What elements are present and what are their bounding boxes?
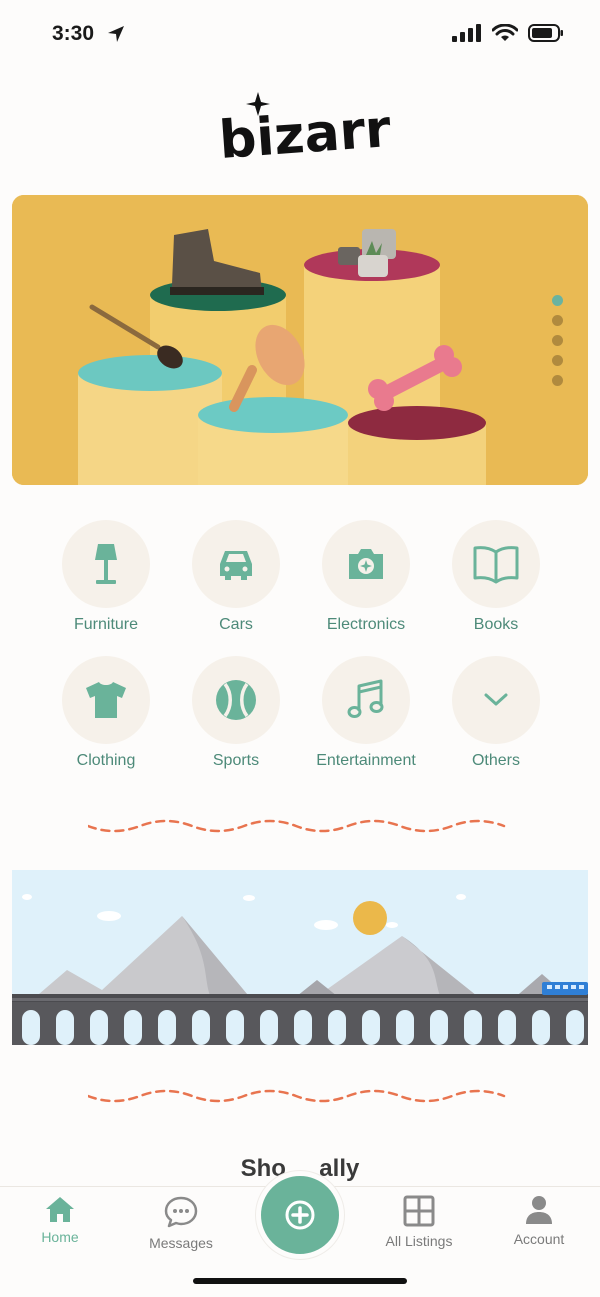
grid-icon: [403, 1195, 435, 1227]
book-icon: [473, 546, 519, 584]
svg-text:bizarr: bizarr: [217, 99, 393, 166]
category-entertainment[interactable]: Entertainment: [301, 656, 431, 770]
category-label: Entertainment: [316, 752, 416, 769]
chevron-down-icon: [484, 693, 508, 706]
hero-image: [12, 195, 588, 485]
add-listing-button[interactable]: [256, 1171, 344, 1259]
status-bar: 3:30: [0, 0, 600, 64]
category-others[interactable]: Others: [431, 656, 561, 770]
tab-home[interactable]: Home: [0, 1195, 120, 1245]
landscape-illustration: [12, 870, 588, 1045]
category-label: Cars: [219, 616, 253, 633]
wifi-icon: [492, 24, 518, 41]
person-icon: [526, 1196, 552, 1224]
chat-bubble-icon: [164, 1196, 198, 1228]
camera-icon: [349, 549, 383, 579]
category-sports[interactable]: Sports: [171, 656, 301, 770]
category-books[interactable]: Books: [431, 520, 561, 634]
category-label: Clothing: [76, 752, 136, 769]
ball-icon: [216, 680, 256, 720]
music-note-icon: [347, 679, 384, 718]
tshirt-icon: [86, 682, 126, 718]
carousel-dot[interactable]: [552, 315, 563, 326]
battery-icon: [528, 24, 563, 42]
category-label: Books: [473, 616, 519, 633]
carousel-dot[interactable]: [552, 335, 563, 346]
category-cars[interactable]: Cars: [171, 520, 301, 634]
carousel-dots[interactable]: [552, 295, 563, 386]
category-furniture[interactable]: Furniture: [41, 520, 171, 634]
carousel-dot[interactable]: [552, 295, 563, 306]
carousel-dot[interactable]: [552, 375, 563, 386]
home-icon: [46, 1197, 74, 1222]
signal-icon: [452, 24, 481, 42]
tab-account[interactable]: Account: [479, 1195, 599, 1247]
hero-banner[interactable]: [12, 195, 588, 485]
car-icon: [220, 551, 252, 580]
category-label: Electronics: [326, 616, 406, 633]
wave-divider: [88, 1089, 506, 1103]
plus-icon: [285, 1200, 315, 1230]
category-electronics[interactable]: Electronics: [301, 520, 431, 634]
tab-label: Home: [41, 1229, 79, 1245]
tab-messages[interactable]: Messages: [121, 1195, 241, 1251]
status-time: 3:30: [52, 22, 95, 45]
tab-label: Messages: [149, 1235, 213, 1251]
category-label: Furniture: [73, 616, 139, 633]
bizarr-logo: bizarr: [217, 92, 393, 166]
tab-label: All Listings: [385, 1233, 453, 1249]
lamp-icon: [95, 544, 117, 584]
category-label: Sports: [212, 752, 260, 769]
carousel-dot[interactable]: [552, 355, 563, 366]
category-label: Others: [471, 752, 520, 769]
category-clothing[interactable]: Clothing: [41, 656, 171, 770]
category-grid: Furniture Cars Electronics Books Clothin…: [41, 520, 561, 770]
home-indicator: [193, 1278, 407, 1284]
tab-all-listings[interactable]: All Listings: [359, 1195, 479, 1249]
tab-label: Account: [513, 1231, 565, 1247]
location-arrow-icon: [108, 26, 124, 42]
wave-divider: [88, 819, 506, 833]
